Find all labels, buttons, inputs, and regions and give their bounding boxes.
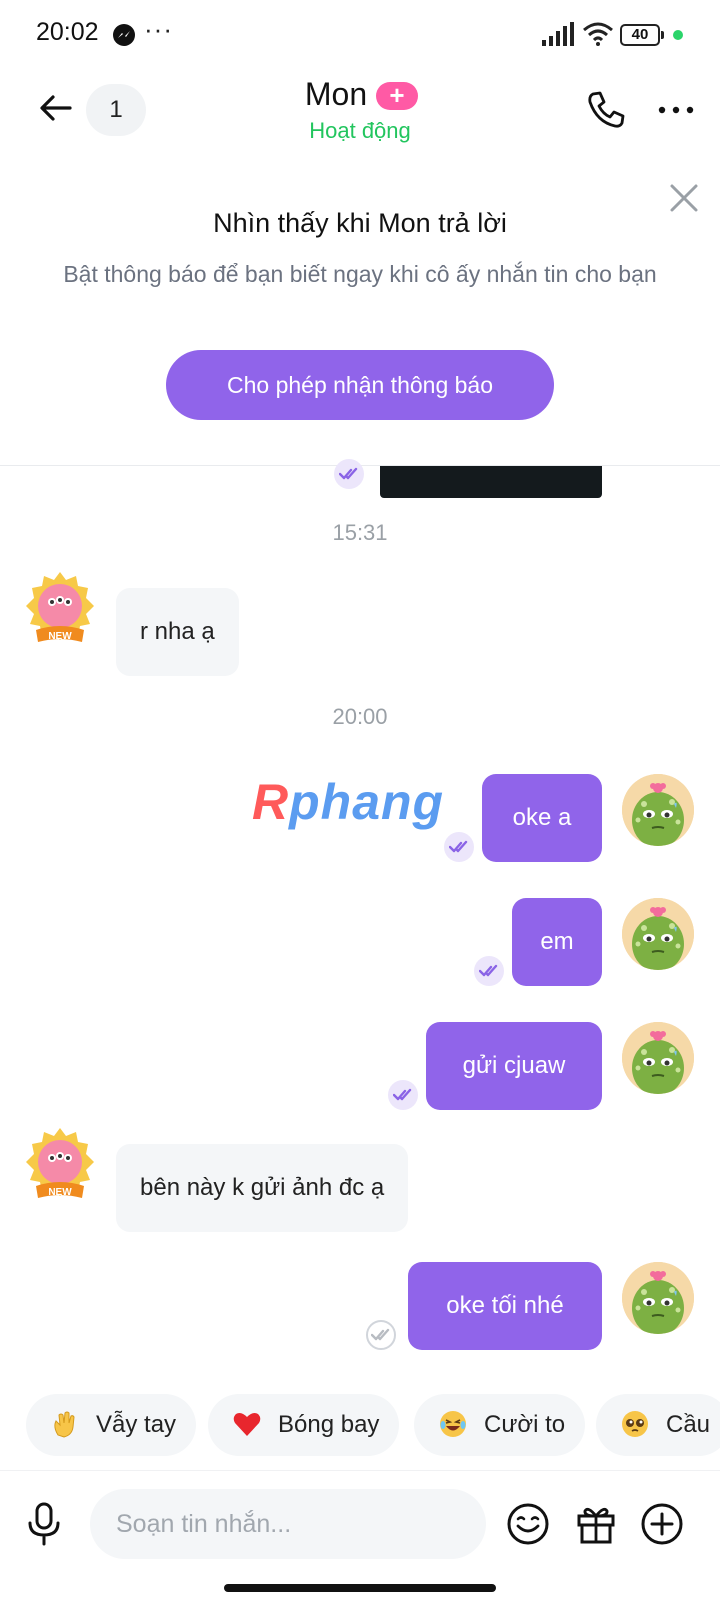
seen-check-icon — [474, 956, 504, 986]
timestamp: 20:00 — [332, 704, 388, 729]
quick-reaction-label: Vẫy tay — [96, 1411, 177, 1438]
incoming-message[interactable]: bên này k gửi ảnh đc ạ — [116, 1144, 409, 1232]
my-avatar[interactable] — [622, 1022, 694, 1094]
chat-header: 1 Mon + Hoạt động — [0, 70, 720, 170]
quick-reaction-label: Bóng bay — [278, 1411, 380, 1438]
seen-check-icon — [334, 459, 364, 489]
new-badge: NEW — [48, 1187, 72, 1198]
quick-reaction-label: Cầu — [666, 1411, 711, 1438]
contact-avatar[interactable]: NEW — [20, 570, 100, 650]
seen-check-icon — [444, 832, 474, 862]
my-avatar[interactable] — [622, 1262, 694, 1334]
cell-signal-icon — [542, 22, 574, 46]
incoming-message[interactable]: r nha ạ — [116, 588, 239, 676]
plus-badge[interactable]: + — [376, 82, 418, 110]
privacy-indicator-dot — [673, 30, 683, 40]
more-options-icon[interactable] — [656, 92, 696, 128]
laughing-face-icon — [440, 1410, 466, 1437]
notification-title: Nhìn thấy khi Mon trả lời — [213, 208, 507, 238]
status-time: 20:02 — [36, 18, 99, 46]
messenger-notification-icon — [113, 24, 135, 46]
my-avatar[interactable] — [622, 774, 694, 846]
notification-description: Bật thông báo để bạn biết ngay khi cô ấy… — [63, 261, 657, 287]
wifi-icon — [583, 22, 613, 46]
add-circle-icon[interactable] — [640, 1502, 684, 1546]
message-input[interactable] — [90, 1489, 486, 1559]
sent-check-icon — [366, 1320, 396, 1350]
quick-reaction-wave[interactable]: Vẫy tay — [26, 1394, 197, 1456]
contact-avatar[interactable]: NEW — [20, 1126, 100, 1206]
more-notifications-icon: ··· — [144, 14, 173, 44]
battery-tip — [661, 31, 664, 39]
waving-hand-icon — [54, 1411, 75, 1438]
outgoing-message[interactable]: oke a — [482, 774, 602, 862]
message-list[interactable]: 15:31 NEW r nha ạ 20:00 Rphang oke a em — [0, 459, 720, 1386]
quick-reaction-laugh[interactable]: Cười to — [414, 1394, 586, 1456]
seen-check-icon — [388, 1080, 418, 1110]
microphone-icon[interactable] — [24, 1501, 64, 1547]
quick-reaction-pleading[interactable]: Cầu — [596, 1394, 720, 1456]
timestamp: 15:31 — [332, 520, 388, 545]
watermark-logo: Rphang — [252, 774, 445, 830]
outgoing-message[interactable]: em — [512, 898, 602, 986]
new-badge: NEW — [48, 631, 72, 642]
redacted-message — [380, 466, 602, 498]
contact-name[interactable]: Mon — [305, 76, 367, 113]
gift-icon[interactable] — [574, 1502, 618, 1546]
allow-notifications-button[interactable]: Cho phép nhận thông báo — [166, 350, 554, 420]
emoji-icon[interactable] — [506, 1502, 550, 1546]
phone-icon[interactable] — [584, 88, 628, 132]
outgoing-message[interactable]: gửi cjuaw — [426, 1022, 602, 1110]
quick-reaction-label: Cười to — [484, 1411, 566, 1438]
quick-reaction-heart[interactable]: Bóng bay — [208, 1394, 400, 1456]
my-avatar[interactable] — [622, 898, 694, 970]
outgoing-message[interactable]: oke tối nhé — [408, 1262, 602, 1350]
heart-icon — [233, 1412, 261, 1436]
pleading-face-icon — [622, 1410, 648, 1437]
message-composer — [0, 1470, 720, 1580]
home-indicator[interactable] — [224, 1584, 496, 1592]
quick-reactions-bar[interactable]: Vẫy tay Bóng bay Cười to Cầu — [0, 1386, 720, 1464]
battery-icon: 40 — [620, 24, 660, 46]
status-bar: 20:02 ··· 40 — [0, 0, 720, 70]
notification-permission-card: Nhìn thấy khi Mon trả lời Bật thông báo … — [0, 170, 720, 466]
